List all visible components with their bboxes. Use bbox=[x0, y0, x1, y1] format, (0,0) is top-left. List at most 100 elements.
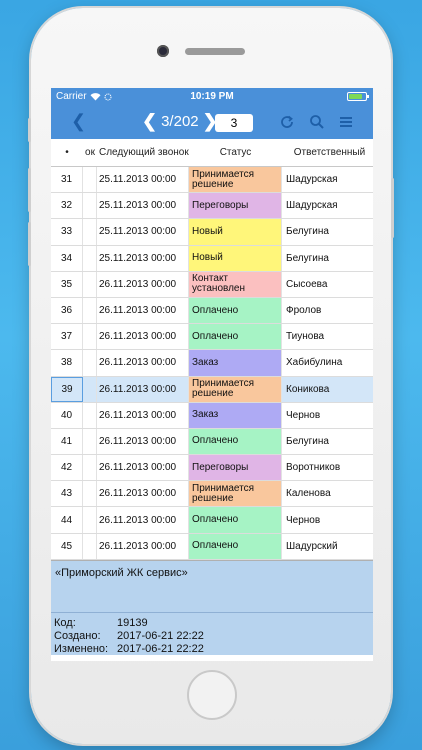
table-row[interactable]: 36 26.11.2013 00:00 Оплачено Фролов bbox=[51, 297, 373, 325]
row-status: Новый bbox=[189, 219, 282, 245]
row-number: 34 bbox=[51, 245, 83, 271]
row-status: Оплачено bbox=[189, 533, 282, 559]
column-header-status[interactable]: Статус bbox=[189, 147, 282, 158]
table-row[interactable]: 32 25.11.2013 00:00 Переговоры Шадурская bbox=[51, 193, 373, 220]
row-number: 39 bbox=[51, 376, 83, 402]
row-ok-cell bbox=[83, 219, 97, 245]
row-number: 36 bbox=[51, 297, 83, 324]
row-next-call-date: 26.11.2013 00:00 bbox=[97, 324, 189, 350]
column-header-date[interactable]: Следующий звонок bbox=[97, 147, 189, 158]
menu-icon[interactable] bbox=[337, 113, 355, 131]
table-row[interactable]: 41 26.11.2013 00:00 Оплачено Белугина bbox=[51, 428, 373, 456]
row-responsible: Белугина bbox=[286, 435, 329, 447]
row-next-call-date: 26.11.2013 00:00 bbox=[97, 481, 189, 507]
table-row[interactable]: 45 26.11.2013 00:00 Оплачено Шадурский bbox=[51, 533, 373, 560]
page-number-input[interactable] bbox=[215, 114, 253, 132]
row-responsible: Белугина bbox=[286, 252, 329, 264]
row-responsible: Шадурский bbox=[286, 540, 338, 552]
row-status: Принимается решение bbox=[189, 481, 282, 507]
app-screen: Carrier 10:19 PM ❮ ❮ 3/202 ❯ 3 • ок След… bbox=[51, 88, 373, 661]
row-ok-cell bbox=[83, 428, 97, 455]
row-number: 42 bbox=[51, 455, 83, 481]
pager-label: 3/202 bbox=[161, 113, 199, 130]
row-next-call-date: 26.11.2013 00:00 bbox=[97, 350, 189, 376]
table-row[interactable]: 40 26.11.2013 00:00 Заказ Чернов bbox=[51, 402, 373, 429]
row-status: Принимается решение bbox=[189, 167, 282, 193]
row-responsible: Чернов bbox=[286, 514, 321, 526]
table-row[interactable]: 31 25.11.2013 00:00 Принимается решение Шад… bbox=[51, 167, 373, 194]
row-number: 35 bbox=[51, 271, 83, 297]
nav-bar: ❮ ❮ 3/202 ❯ bbox=[51, 105, 373, 139]
row-number: 32 bbox=[51, 193, 83, 219]
refresh-icon[interactable] bbox=[278, 113, 296, 131]
row-next-call-date: 26.11.2013 00:00 bbox=[97, 402, 189, 428]
volume-up-button bbox=[28, 168, 31, 212]
row-responsible: Сысоева bbox=[286, 278, 328, 290]
row-status: Оплачено bbox=[189, 297, 282, 324]
column-header-num[interactable]: • bbox=[51, 147, 83, 158]
row-number: 41 bbox=[51, 428, 83, 455]
pager: ❮ 3/202 ❯ bbox=[142, 111, 218, 132]
prev-page-icon[interactable]: ❮ bbox=[142, 111, 157, 132]
speaker-grille bbox=[185, 48, 245, 55]
row-next-call-date: 26.11.2013 00:00 bbox=[97, 533, 189, 559]
row-status: Заказ bbox=[189, 402, 282, 428]
home-button[interactable] bbox=[187, 670, 237, 720]
clock: 10:19 PM bbox=[190, 91, 234, 102]
row-responsible: Хабибулина bbox=[286, 357, 343, 369]
row-next-call-date: 26.11.2013 00:00 bbox=[97, 271, 189, 297]
code-value: 19139 bbox=[117, 616, 148, 629]
column-header-ok[interactable]: ок bbox=[83, 147, 97, 158]
code-label: Код: bbox=[54, 616, 76, 629]
company-panel: «Приморский ЖК сервис» bbox=[51, 559, 373, 612]
row-next-call-date: 25.11.2013 00:00 bbox=[97, 219, 189, 245]
row-status: Контакт установлен bbox=[189, 271, 282, 297]
row-ok-cell bbox=[83, 350, 97, 376]
table-row[interactable]: 37 26.11.2013 00:00 Оплачено Тиунова bbox=[51, 324, 373, 351]
row-next-call-date: 26.11.2013 00:00 bbox=[97, 376, 189, 402]
row-responsible: Шадурская bbox=[286, 174, 338, 186]
record-info-panel: Код: 19139 Создано: 2017-06-21 22:22 Измен… bbox=[51, 611, 373, 656]
table-row[interactable]: 39 26.11.2013 00:00 Принимается решение Кон… bbox=[51, 376, 373, 403]
table-row[interactable]: 33 25.11.2013 00:00 Новый Белугина bbox=[51, 219, 373, 246]
row-number: 43 bbox=[51, 481, 83, 507]
camera-icon bbox=[157, 45, 169, 57]
row-ok-cell bbox=[83, 324, 97, 350]
row-next-call-date: 26.11.2013 00:00 bbox=[97, 428, 189, 455]
row-ok-cell bbox=[83, 507, 97, 533]
row-ok-cell bbox=[83, 271, 97, 297]
row-status: Оплачено bbox=[189, 324, 282, 350]
table-row[interactable]: 35 26.11.2013 00:00 Контакт установлен Сысо… bbox=[51, 271, 373, 298]
row-ok-cell bbox=[83, 297, 97, 324]
row-next-call-date: 25.11.2013 00:00 bbox=[97, 167, 189, 193]
row-status: Оплачено bbox=[189, 507, 282, 533]
modified-line: Изменено: 2017-06-21 22:22 bbox=[54, 643, 370, 656]
search-icon[interactable] bbox=[308, 113, 326, 131]
row-next-call-date: 26.11.2013 00:00 bbox=[97, 297, 189, 324]
row-next-call-date: 25.11.2013 00:00 bbox=[97, 193, 189, 219]
row-number: 31 bbox=[51, 167, 83, 193]
table-row[interactable]: 43 26.11.2013 00:00 Принимается решение Кал… bbox=[51, 481, 373, 508]
modified-value: 2017-06-21 22:22 bbox=[117, 642, 204, 655]
row-ok-cell bbox=[83, 167, 97, 193]
row-number: 40 bbox=[51, 402, 83, 428]
table-row[interactable]: 38 26.11.2013 00:00 Заказ Хабибулина bbox=[51, 350, 373, 377]
row-responsible: Чернов bbox=[286, 409, 321, 421]
back-button[interactable]: ❮ bbox=[71, 111, 86, 132]
row-status: Принимается решение bbox=[189, 376, 282, 402]
power-button bbox=[391, 178, 394, 238]
table-row[interactable]: 44 26.11.2013 00:00 Оплачено Чернов bbox=[51, 507, 373, 534]
row-ok-cell bbox=[83, 245, 97, 271]
table-row[interactable]: 42 26.11.2013 00:00 Переговоры Воротников bbox=[51, 455, 373, 482]
status-bar: Carrier 10:19 PM bbox=[51, 88, 373, 105]
modified-label: Изменено: bbox=[54, 642, 109, 655]
row-status: Новый bbox=[189, 245, 282, 271]
created-line: Создано: 2017-06-21 22:22 bbox=[54, 630, 370, 643]
code-line: Код: 19139 bbox=[54, 617, 370, 630]
company-name: «Приморский ЖК сервис» bbox=[55, 566, 188, 579]
row-status: Оплачено bbox=[189, 428, 282, 455]
row-number: 37 bbox=[51, 324, 83, 350]
row-status: Заказ bbox=[189, 350, 282, 376]
column-header-responsible[interactable]: Ответственный bbox=[282, 147, 373, 158]
table-row[interactable]: 34 25.11.2013 00:00 Новый Белугина bbox=[51, 245, 373, 272]
